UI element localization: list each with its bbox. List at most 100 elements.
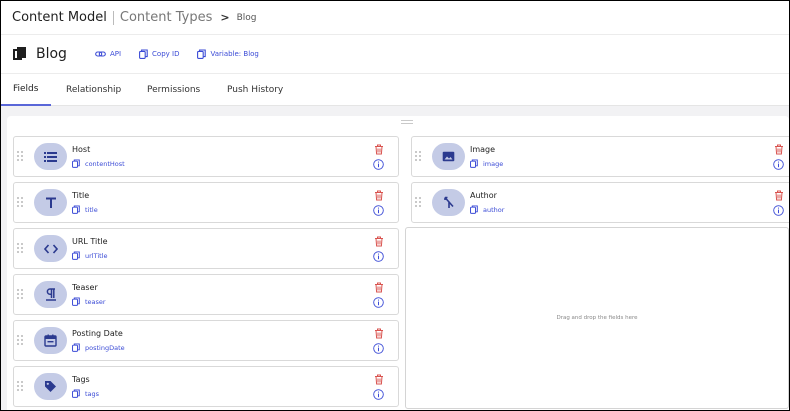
breadcrumb-divider <box>112 10 114 25</box>
breadcrumb: Content Model Content Types > Blog <box>1 1 789 35</box>
field-card-url-title[interactable]: URL Title urlTitle <box>13 228 399 269</box>
field-variable[interactable]: postingDate <box>72 343 125 352</box>
drag-handle-icon[interactable] <box>17 243 25 253</box>
field-card-author[interactable]: Author author <box>411 182 789 223</box>
image-icon <box>432 143 465 170</box>
content-type-icon <box>13 47 27 61</box>
field-card-tags[interactable]: Tags tags <box>13 366 399 407</box>
relationship-icon <box>432 189 465 216</box>
field-variable-label: teaser <box>85 297 106 306</box>
tag-icon <box>34 373 67 400</box>
api-link-label: API <box>109 50 122 58</box>
field-drop-zone[interactable]: Drag and drop the fields here <box>405 227 789 409</box>
info-icon[interactable] <box>773 159 784 170</box>
copy-icon <box>72 343 80 352</box>
tab-push-history[interactable]: Push History <box>211 74 311 106</box>
copy-icon <box>72 297 80 306</box>
info-icon[interactable] <box>373 159 384 170</box>
text-icon <box>34 189 67 216</box>
info-icon[interactable] <box>373 205 384 216</box>
trash-icon[interactable] <box>374 282 384 293</box>
field-name: Host <box>72 145 91 154</box>
field-card-host[interactable]: Host contentHost <box>13 136 399 177</box>
field-variable-label: title <box>85 205 98 214</box>
tab-relationship[interactable]: Relationship <box>51 74 131 106</box>
fields-canvas: Host contentHost Title title URL Title u… <box>1 106 789 410</box>
field-name: Posting Date <box>72 329 123 338</box>
field-name: Tags <box>72 375 90 384</box>
code-icon <box>34 235 67 262</box>
field-card-teaser[interactable]: Teaser teaser <box>13 274 399 315</box>
copy-icon <box>470 159 478 168</box>
field-card-image[interactable]: Image image <box>411 136 789 177</box>
field-variable[interactable]: tags <box>72 389 99 398</box>
drag-handle-icon[interactable] <box>17 151 25 161</box>
field-name: Teaser <box>72 283 98 292</box>
drag-handle-icon[interactable] <box>415 151 423 161</box>
breadcrumb-content-types[interactable]: Content Types <box>120 10 212 25</box>
breadcrumb-current: Blog <box>236 12 257 23</box>
link-icon <box>95 51 106 57</box>
trash-icon[interactable] <box>374 236 384 247</box>
copy-icon <box>72 389 80 398</box>
copy-icon <box>72 205 80 214</box>
info-icon[interactable] <box>373 251 384 262</box>
api-link[interactable]: API <box>95 50 121 58</box>
info-icon[interactable] <box>373 297 384 308</box>
field-variable[interactable]: contentHost <box>72 159 125 168</box>
field-variable[interactable]: teaser <box>72 297 106 306</box>
drag-handle-icon[interactable] <box>17 335 25 345</box>
field-variable-label: tags <box>85 389 100 398</box>
page-title: Blog <box>36 46 67 62</box>
copy-variable-button[interactable]: Variable: Blog <box>197 49 259 59</box>
breadcrumb-content-model[interactable]: Content Model <box>12 10 107 25</box>
variable-label: Variable: Blog <box>210 50 259 58</box>
app-window: Content Model Content Types > Blog Blog … <box>1 1 789 410</box>
info-icon[interactable] <box>773 205 784 216</box>
copy-icon <box>72 251 80 260</box>
drag-handle-icon[interactable] <box>415 197 423 207</box>
field-name: Title <box>72 191 90 200</box>
copy-id-button[interactable]: Copy ID <box>139 49 179 59</box>
copy-icon <box>72 159 80 168</box>
trash-icon[interactable] <box>374 190 384 201</box>
field-name: Image <box>470 145 496 154</box>
field-variable-label: postingDate <box>85 343 125 352</box>
field-card-posting-date[interactable]: Posting Date postingDate <box>13 320 399 361</box>
row-drag-handle[interactable] <box>401 120 413 124</box>
info-icon[interactable] <box>373 343 384 354</box>
field-variable-label: image <box>483 159 504 168</box>
trash-icon[interactable] <box>774 144 784 155</box>
field-name: Author <box>470 191 497 200</box>
drag-handle-icon[interactable] <box>17 381 25 391</box>
trash-icon[interactable] <box>374 144 384 155</box>
field-card-title[interactable]: Title title <box>13 182 399 223</box>
field-variable[interactable]: title <box>72 205 98 214</box>
copy-icon <box>197 49 207 59</box>
calendar-icon <box>34 327 67 354</box>
drag-handle-icon[interactable] <box>17 197 25 207</box>
tab-fields[interactable]: Fields <box>1 74 51 106</box>
field-variable[interactable]: urlTitle <box>72 251 108 260</box>
tab-permissions[interactable]: Permissions <box>131 74 211 106</box>
field-variable-label: urlTitle <box>85 251 108 260</box>
field-variable-label: author <box>483 205 505 214</box>
tab-bar: Fields Relationship Permissions Push His… <box>1 73 789 106</box>
trash-icon[interactable] <box>774 190 784 201</box>
copy-icon <box>470 205 478 214</box>
field-variable-label: contentHost <box>85 159 125 168</box>
copy-icon <box>139 49 148 59</box>
drop-zone-text: Drag and drop the fields here <box>556 315 638 321</box>
drag-handle-icon[interactable] <box>17 289 25 299</box>
chevron-right-icon: > <box>220 11 230 24</box>
trash-icon[interactable] <box>374 374 384 385</box>
field-variable[interactable]: image <box>470 159 503 168</box>
copy-id-label: Copy ID <box>152 50 180 58</box>
field-variable[interactable]: author <box>470 205 504 214</box>
field-name: URL Title <box>72 237 108 246</box>
content-type-header: Blog API Copy ID Variable: Blog <box>1 36 789 72</box>
info-icon[interactable] <box>373 389 384 400</box>
paragraph-icon <box>34 281 67 308</box>
list-icon <box>34 143 67 170</box>
trash-icon[interactable] <box>374 328 384 339</box>
